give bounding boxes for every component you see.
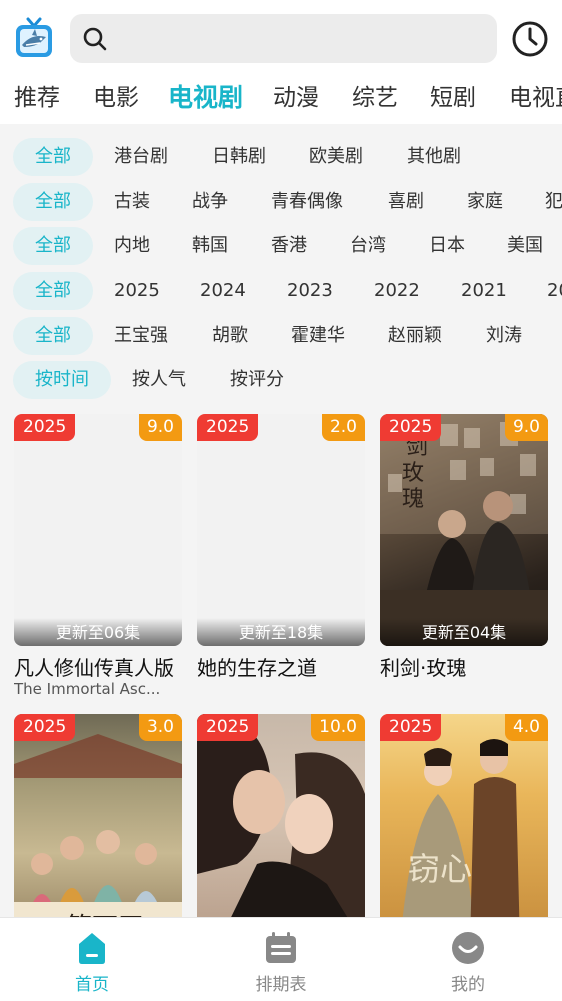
filter-chip[interactable]: 全部 <box>13 183 93 221</box>
poster-image: 2025 9.0 更新至06集 <box>14 414 182 646</box>
poster-art: 一第下天 <box>14 734 182 946</box>
search-input[interactable] <box>120 14 480 63</box>
filter-chip[interactable]: 其他剧 <box>407 138 461 176</box>
filter-chip[interactable]: 青春偶像 <box>271 183 343 221</box>
poster-image: 窃心 2025 4.0 <box>380 714 548 946</box>
filter-chip[interactable]: 赵丽颖 <box>388 317 442 355</box>
app-root: 推荐 电影 电视剧 动漫 综艺 短剧 电视直 全部 港台剧 日韩剧 欧美剧 其他… <box>0 0 562 1001</box>
card-subtitle: The Immortal Asc... <box>14 680 161 698</box>
poster-art: 窃心 <box>400 739 520 946</box>
sort-by-time[interactable]: 按时间 <box>13 361 111 399</box>
tab-anime[interactable]: 动漫 <box>273 78 319 118</box>
filter-chip[interactable]: 2022 <box>374 272 420 310</box>
filter-row-sort: 按时间 按人气 按评分 <box>0 361 562 399</box>
filter-row-genre: 全部 古装 战争 青春偶像 喜剧 家庭 犯 <box>0 183 562 221</box>
filter-chip[interactable]: 欧美剧 <box>309 138 363 176</box>
app-logo-icon[interactable] <box>14 17 54 59</box>
svg-text:窃心: 窃心 <box>408 850 472 888</box>
score-badge: 9.0 <box>138 414 182 441</box>
nav-mine-label: 我的 <box>451 975 485 995</box>
year-badge: 2025 <box>197 714 259 741</box>
filter-chip[interactable]: 王宝强 <box>114 317 168 355</box>
filter-chip[interactable]: 胡歌 <box>212 317 248 355</box>
filter-chip[interactable]: 20 <box>547 272 562 310</box>
poster-art: 剑 玫 瑰 <box>380 414 548 646</box>
nav-schedule[interactable]: 排期表 <box>211 918 351 1001</box>
filter-chip[interactable]: 2023 <box>287 272 333 310</box>
svg-text:玫: 玫 <box>402 461 424 486</box>
calendar-icon <box>266 932 296 963</box>
episode-status: 更新至06集 <box>14 618 182 646</box>
filter-chip[interactable]: 日韩剧 <box>212 138 266 176</box>
sort-by-rating[interactable]: 按评分 <box>230 361 284 399</box>
card-title: 凡人修仙传真人版 <box>14 656 174 680</box>
score-badge: 2.0 <box>321 414 365 441</box>
year-badge: 2025 <box>380 414 442 441</box>
filter-chip[interactable]: 2024 <box>200 272 246 310</box>
poster-art <box>197 714 365 946</box>
filter-row-actor: 全部 王宝强 胡歌 霍建华 赵丽颖 刘涛 <box>0 317 562 355</box>
filter-chip[interactable]: 香港 <box>271 227 307 265</box>
filter-chip[interactable]: 全部 <box>13 227 93 265</box>
filter-chip[interactable]: 日本 <box>429 227 465 265</box>
score-badge: 4.0 <box>504 714 548 741</box>
filter-chip[interactable]: 2021 <box>461 272 507 310</box>
filter-chip[interactable]: 全部 <box>13 138 93 176</box>
home-icon <box>79 933 105 964</box>
filter-chip[interactable]: 刘涛 <box>486 317 522 355</box>
filter-chip[interactable]: 美国 <box>507 227 543 265</box>
tab-tv-series[interactable]: 电视剧 <box>168 78 243 118</box>
filter-row-region: 全部 内地 韩国 香港 台湾 日本 美国 <box>0 227 562 265</box>
tab-live-tv[interactable]: 电视直 <box>509 78 562 118</box>
header: 推荐 电影 电视剧 动漫 综艺 短剧 电视直 <box>0 0 562 124</box>
filter-chip[interactable]: 全部 <box>13 272 93 310</box>
nav-mine[interactable]: 我的 <box>398 918 538 1001</box>
filter-row-year: 全部 2025 2024 2023 2022 2021 20 <box>0 272 562 310</box>
filter-chip[interactable]: 战争 <box>192 183 228 221</box>
year-badge: 2025 <box>197 414 259 441</box>
score-badge: 10.0 <box>311 714 365 741</box>
nav-home-label: 首页 <box>75 975 109 995</box>
year-badge: 2025 <box>14 414 76 441</box>
clock-icon[interactable] <box>511 20 549 58</box>
filter-chip[interactable]: 韩国 <box>192 227 228 265</box>
filter-chip[interactable]: 内地 <box>114 227 150 265</box>
poster-image: 2025 10.0 <box>197 714 365 946</box>
score-badge: 3.0 <box>138 714 182 741</box>
tab-short-drama[interactable]: 短剧 <box>430 78 476 118</box>
filter-chip[interactable]: 全部 <box>13 317 93 355</box>
smile-face-icon <box>452 932 484 964</box>
score-badge: 9.0 <box>504 414 548 441</box>
tab-recommend[interactable]: 推荐 <box>14 78 60 118</box>
poster-image: 剑 玫 瑰 2025 9.0 更新至04集 <box>380 414 548 646</box>
filter-chip[interactable]: 2025 <box>114 272 160 310</box>
filter-chip[interactable]: 港台剧 <box>114 138 168 176</box>
year-badge: 2025 <box>14 714 76 741</box>
category-tabs: 推荐 电影 电视剧 动漫 综艺 短剧 电视直 <box>0 78 562 118</box>
svg-text:瑰: 瑰 <box>402 487 424 512</box>
tab-variety[interactable]: 综艺 <box>352 78 398 118</box>
nav-home[interactable]: 首页 <box>22 918 162 1001</box>
filter-chip[interactable]: 家庭 <box>467 183 503 221</box>
poster-image: 一第下天 2025 3.0 <box>14 714 182 946</box>
filter-row-type: 全部 港台剧 日韩剧 欧美剧 其他剧 <box>0 138 562 176</box>
bottom-navigation: 首页 排期表 我的 <box>0 917 562 1001</box>
tab-movie[interactable]: 电影 <box>93 78 139 118</box>
year-badge: 2025 <box>380 714 442 741</box>
card-title: 利剑·玫瑰 <box>380 656 467 680</box>
filter-chip[interactable]: 犯 <box>545 183 562 221</box>
filter-chip[interactable]: 霍建华 <box>291 317 345 355</box>
search-bar[interactable] <box>70 14 497 63</box>
search-icon <box>83 27 107 51</box>
episode-status: 更新至18集 <box>197 618 365 646</box>
filter-chip[interactable]: 喜剧 <box>388 183 424 221</box>
filter-chip[interactable]: 台湾 <box>350 227 386 265</box>
card-title: 她的生存之道 <box>197 656 317 680</box>
nav-schedule-label: 排期表 <box>255 975 307 995</box>
episode-status: 更新至04集 <box>380 618 548 646</box>
filter-chip[interactable]: 古装 <box>114 183 150 221</box>
sort-by-popularity[interactable]: 按人气 <box>132 361 186 399</box>
poster-image: 2025 2.0 更新至18集 <box>197 414 365 646</box>
